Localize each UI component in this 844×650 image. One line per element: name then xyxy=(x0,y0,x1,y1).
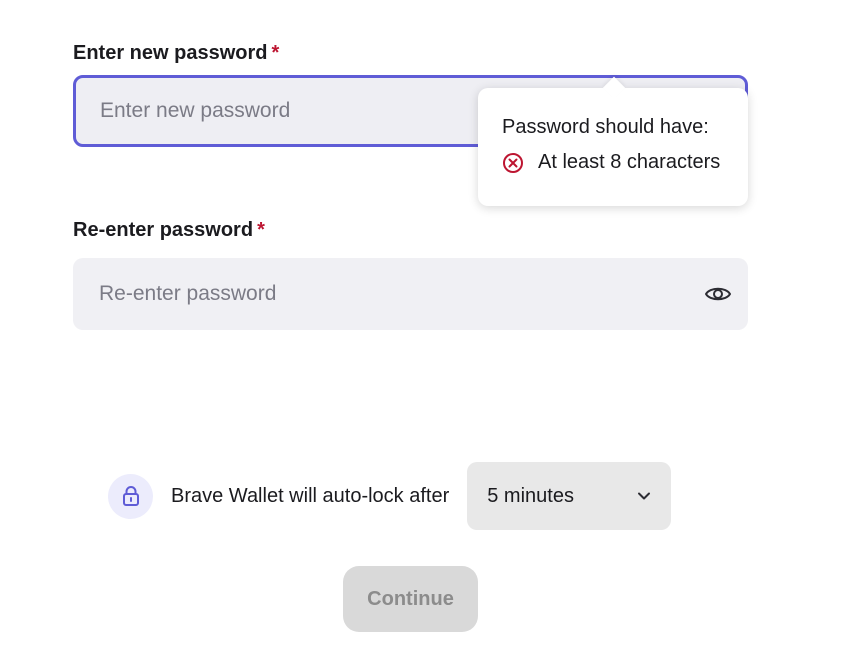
x-circle-icon xyxy=(502,152,524,174)
show-password-button[interactable] xyxy=(704,280,732,308)
autolock-text: Brave Wallet will auto-lock after xyxy=(171,484,450,507)
eye-icon xyxy=(704,284,732,304)
lock-badge xyxy=(108,473,153,519)
chevron-down-icon xyxy=(637,491,651,501)
requirement-item: At least 8 characters xyxy=(502,151,724,174)
confirm-password-field[interactable] xyxy=(73,258,748,330)
autolock-row: Brave Wallet will auto-lock after 5 minu… xyxy=(108,462,672,530)
required-mark: * xyxy=(271,42,280,64)
autolock-duration-select[interactable]: 5 minutes xyxy=(467,462,672,530)
confirm-password-label: Re-enter password * xyxy=(73,219,265,242)
create-password-page: Enter new password * Password should have… xyxy=(0,0,844,650)
required-mark: * xyxy=(257,219,265,241)
new-password-label-text: Enter new password xyxy=(73,42,268,64)
autolock-duration-value: 5 minutes xyxy=(487,484,574,507)
new-password-label: Enter new password * xyxy=(73,42,279,65)
confirm-password-input[interactable] xyxy=(99,258,659,330)
lock-icon xyxy=(122,485,140,507)
password-requirements-tooltip: Password should have: At least 8 charact… xyxy=(478,88,748,206)
confirm-password-label-text: Re-enter password xyxy=(73,219,254,241)
requirement-text: At least 8 characters xyxy=(538,151,721,173)
tooltip-title: Password should have: xyxy=(502,116,709,138)
continue-button[interactable]: Continue xyxy=(343,566,478,632)
